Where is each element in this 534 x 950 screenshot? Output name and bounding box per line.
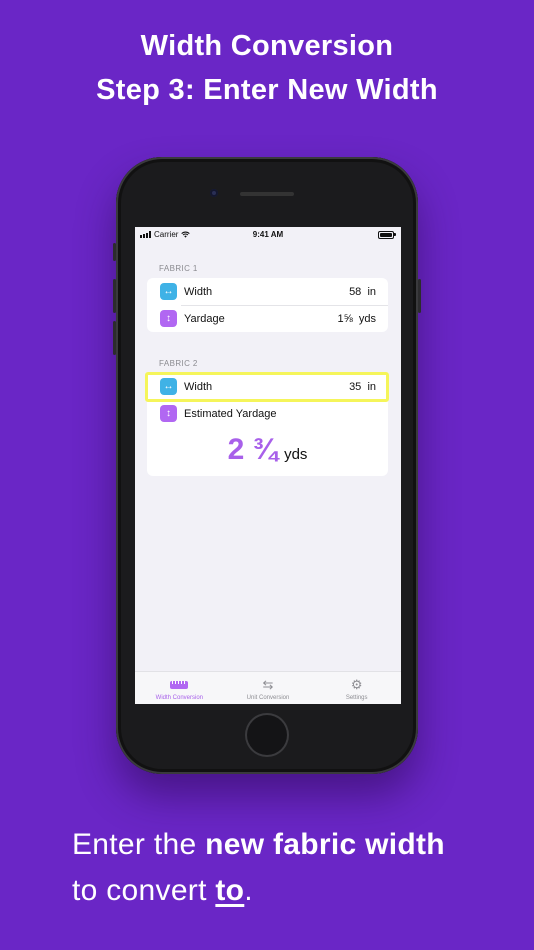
tab-label: Settings (345, 695, 368, 701)
status-bar: Carrier 9:41 AM (135, 227, 401, 243)
fabric1-width-row[interactable]: ↔ Width 58 in (147, 278, 388, 305)
yardage-arrows-icon: ↕ (160, 310, 177, 327)
phone-volume-down (113, 321, 116, 355)
fabric2-section-label: FABRIC 2 (159, 359, 198, 368)
width-input-highlight (145, 372, 389, 402)
estimated-yardage-result: 2 ¾ yds (147, 427, 388, 476)
fabric2-estimated-row: ↕ Estimated Yardage (147, 400, 388, 427)
fabric1-yardage-label: Yardage (184, 312, 225, 325)
fabric1-section-label: FABRIC 1 (159, 264, 198, 273)
phone-power-button (418, 279, 421, 313)
tab-label: Width Conversion (155, 695, 204, 701)
estimated-yardage-value: 2 ¾ (227, 433, 278, 466)
width-arrows-icon: ↔ (160, 283, 177, 300)
phone-mute-switch (113, 243, 116, 261)
fabric1-yardage-row[interactable]: ↕ Yardage 1⅝ yds (147, 305, 388, 332)
tab-label: Unit Conversion (246, 695, 290, 701)
fabric1-yardage-value[interactable]: 1⅝ yds (337, 313, 376, 325)
earpiece-speaker (240, 192, 294, 196)
tab-bar: Width Conversion ⇆ Unit Conversion ⚙ Set… (135, 671, 401, 704)
tab-width-conversion[interactable]: Width Conversion (135, 672, 224, 704)
headline-title: Width Conversion (140, 30, 394, 62)
estimated-yardage-label: Estimated Yardage (184, 407, 277, 420)
front-camera (210, 189, 218, 197)
headline-step: Step 3: Enter New Width (96, 74, 438, 106)
status-time: 9:41 AM (252, 230, 284, 239)
battery-icon (378, 231, 396, 239)
phone-volume-up (113, 279, 116, 313)
ruler-icon (170, 681, 189, 689)
tab-unit-conversion[interactable]: ⇆ Unit Conversion (224, 672, 313, 704)
footer-line1: Enter the new fabric width (72, 828, 445, 861)
footer-underlined: to (215, 874, 245, 907)
app-screen: Carrier 9:41 AM FABRIC 1 ↔ Width 58 in ↕… (135, 227, 401, 704)
fabric1-width-value[interactable]: 58 in (349, 286, 376, 298)
footer-line2: to convert to. (72, 874, 253, 907)
home-button[interactable] (247, 715, 287, 755)
yardage-arrows-icon: ↕ (160, 405, 177, 422)
fabric1-card: ↔ Width 58 in ↕ Yardage 1⅝ yds (147, 278, 388, 332)
footer-emphasis: new fabric width (205, 828, 445, 861)
gear-icon: ⚙ (350, 677, 363, 692)
estimated-yardage-unit: yds (284, 446, 308, 463)
tab-settings[interactable]: ⚙ Settings (312, 672, 401, 704)
swap-arrows-icon: ⇆ (262, 677, 274, 692)
fabric1-width-label: Width (184, 285, 213, 298)
